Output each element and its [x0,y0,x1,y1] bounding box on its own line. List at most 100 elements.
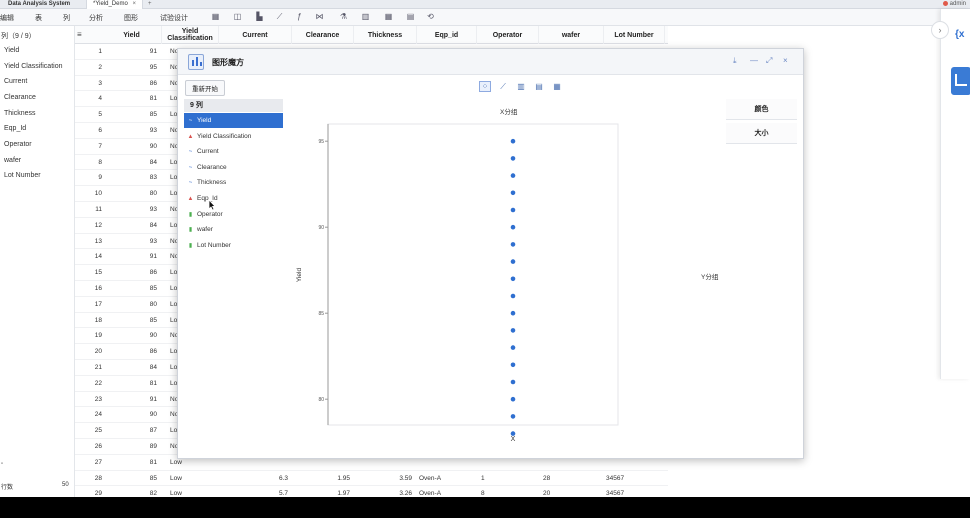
bar-icon[interactable]: ▥ [515,81,527,92]
size-dropzone[interactable]: 大小 [726,123,797,144]
column-header-clearance[interactable]: Clearance [292,26,354,44]
line-icon[interactable]: ⟋ [497,81,509,92]
cell-yield[interactable]: 80 [150,190,157,197]
column-header-lot-number[interactable]: Lot Number [604,26,665,44]
cell-yield[interactable]: 82 [150,490,157,497]
cell-thickness[interactable]: 3.59 [399,475,412,482]
variable-item[interactable]: ▲ Yield Classification [184,129,283,144]
compare-icon[interactable]: ⋈ [314,12,325,22]
cell-yield[interactable]: 87 [150,427,157,434]
collapse-panel-icon[interactable]: › [931,21,949,39]
cell-lot-number[interactable]: 34567 [606,490,624,497]
column-icon[interactable]: ◫ [232,12,243,22]
table-row[interactable]: 28 85 Low 6.3 1.95 3.59 Oven-A 1 28 34567 [75,471,668,487]
cell-yield[interactable]: 85 [150,475,157,482]
variable-item[interactable]: ~ Clearance [184,160,283,175]
grid-icon[interactable]: ▦ [383,12,394,22]
cell-yield[interactable]: 90 [150,332,157,339]
formula-icon[interactable]: {x [955,29,964,40]
variable-item[interactable]: ~ Thickness [184,175,283,190]
variable-item[interactable]: ▮ Lot Number [184,238,283,253]
cell-current[interactable]: 6.3 [279,475,288,482]
cell-wafer[interactable]: 28 [543,475,550,482]
column-list-item[interactable]: Eqp_Id [4,125,26,132]
color-dropzone[interactable]: 颜色 [726,99,797,120]
table-row[interactable]: 29 82 Low 5.7 1.97 3.26 Oven-A 8 20 34567 [75,486,668,497]
cell-yield[interactable]: 83 [150,174,157,181]
variable-item[interactable]: ~ Current [184,144,283,159]
cell-yield[interactable]: 93 [150,127,157,134]
menu-doe[interactable]: 试验设计 [160,13,188,23]
column-list-item[interactable]: Current [4,78,27,85]
cell-eqp-id[interactable]: Oven-A [419,475,441,482]
trend-icon[interactable]: ⟲ [425,12,436,22]
column-list-item[interactable]: Operator [4,141,32,148]
cell-yield[interactable]: 93 [150,206,157,213]
cell-yield[interactable]: 84 [150,159,157,166]
cell-yield[interactable]: 81 [150,380,157,387]
cell-yield[interactable]: 84 [150,222,157,229]
menu-graph[interactable]: 图形 [124,13,138,23]
cell-eqp-id[interactable]: Oven-A [419,490,441,497]
cell-yield[interactable]: 91 [150,253,157,260]
cell-classification[interactable]: Low [170,490,182,497]
cell-yield[interactable]: 86 [150,269,157,276]
x-group-dropzone[interactable]: X分组 [500,106,517,116]
column-list-item[interactable]: Thickness [4,110,36,117]
cell-yield[interactable]: 84 [150,364,157,371]
menu-edit[interactable]: 编辑 [0,13,14,23]
cell-clearance[interactable]: 1.97 [337,490,350,497]
variable-item[interactable]: ▲ Eqp_Id [184,191,283,206]
cell-classification[interactable]: Low [170,459,182,466]
doe-icon[interactable]: ⚗ [338,12,349,22]
add-tab-button[interactable]: + [148,0,152,9]
cell-wafer[interactable]: 20 [543,490,550,497]
close-icon[interactable]: × [783,56,788,65]
distribution-icon[interactable]: ▙ [254,12,265,22]
variable-item[interactable]: ▮ wafer [184,222,283,237]
user-menu[interactable]: admin [942,0,966,9]
close-tab-icon[interactable]: × [132,1,136,7]
cell-yield[interactable]: 91 [150,396,157,403]
cell-yield[interactable]: 90 [150,411,157,418]
cell-operator[interactable]: 8 [481,490,485,497]
cell-yield[interactable]: 80 [150,301,157,308]
cell-lot-number[interactable]: 34567 [606,475,624,482]
scatter-icon[interactable]: ⁘ [479,81,491,92]
cell-operator[interactable]: 1 [481,475,485,482]
column-list-item[interactable]: Lot Number [4,172,41,179]
menu-table[interactable]: 表 [35,13,42,23]
cell-current[interactable]: 5.7 [279,490,288,497]
cell-yield[interactable]: 86 [150,348,157,355]
scatter-plot[interactable]: 80 85 90 95 Yield X [283,119,623,454]
cell-yield[interactable]: 85 [150,285,157,292]
download-icon[interactable]: ⤓ [733,56,737,66]
column-header-operator[interactable]: Operator [477,26,539,44]
histogram-icon[interactable]: ▤ [533,81,545,92]
restart-button[interactable]: 重新开始 [185,80,225,96]
column-header-eqp-id[interactable]: Eqp_id [417,26,477,44]
area-icon[interactable]: ▦ [551,81,563,92]
control-chart-icon[interactable]: ▤ [405,12,416,22]
cell-yield[interactable]: 81 [150,95,157,102]
cell-thickness[interactable]: 3.26 [399,490,412,497]
cell-yield[interactable]: 81 [150,459,157,466]
formula-icon[interactable]: ƒ [294,12,305,22]
cell-classification[interactable]: Low [170,475,182,482]
cell-yield[interactable]: 91 [150,48,157,55]
column-header-thickness[interactable]: Thickness [354,26,417,44]
cell-yield[interactable]: 89 [150,443,157,450]
menu-analyze[interactable]: 分析 [89,13,103,23]
chart-builder-shortcut-icon[interactable] [951,67,970,95]
grid-menu-icon[interactable]: ≡ [77,30,82,39]
column-header-wafer[interactable]: wafer [539,26,604,44]
column-list-item[interactable]: Clearance [4,94,36,101]
menu-column[interactable]: 列 [63,13,70,23]
y-group-dropzone[interactable]: Y分组 [701,271,718,281]
cell-yield[interactable]: 95 [150,64,157,71]
cell-yield[interactable]: 85 [150,317,157,324]
table-icon[interactable]: ▦ [210,12,221,22]
column-list-item[interactable]: Yield [4,47,19,54]
variable-item[interactable]: ▮ Operator [184,207,283,222]
column-header-yield-classification[interactable]: Yield Classification [162,26,219,44]
